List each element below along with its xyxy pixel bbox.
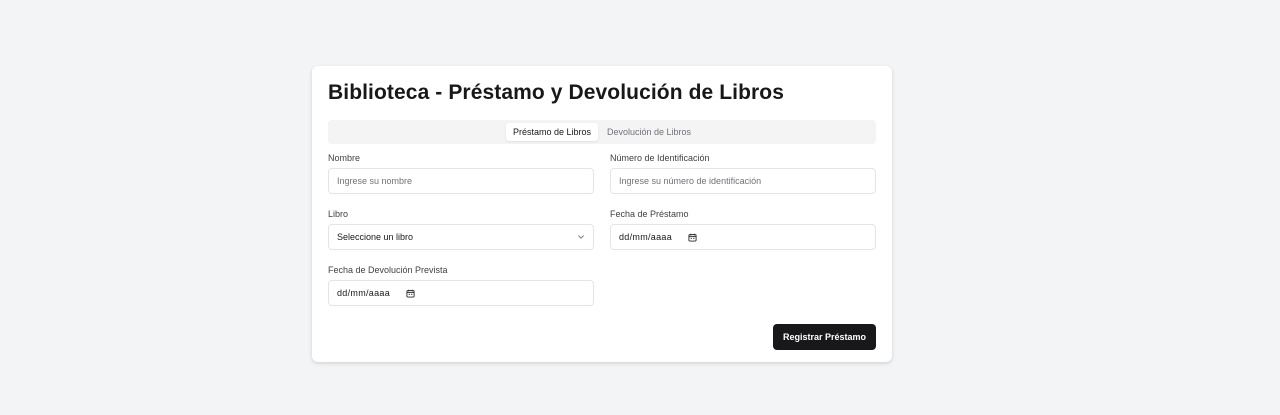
identificacion-input-wrapper (610, 168, 876, 194)
calendar-icon[interactable] (406, 289, 415, 298)
chevron-down-icon (578, 235, 584, 239)
page-title: Biblioteca - Préstamo y Devolución de Li… (328, 81, 785, 104)
registrar-prestamo-button[interactable]: Registrar Préstamo (772, 324, 876, 350)
field-nombre: Nombre (328, 152, 594, 208)
field-fecha-prestamo: Fecha de Préstamo dd/mm/aaaa (610, 208, 876, 264)
form-grid: Nombre Número de Identificación Libro Se… (328, 152, 876, 320)
field-identificacion: Número de Identificación (610, 152, 876, 208)
fecha-devolucion-label: Fecha de Devolución Prevista (328, 265, 448, 275)
tab-prestamo[interactable]: Préstamo de Libros (505, 123, 598, 141)
nombre-label: Nombre (328, 153, 361, 163)
fecha-prestamo-label: Fecha de Préstamo (610, 209, 689, 219)
libro-select[interactable]: Seleccione un libro (328, 224, 594, 250)
nombre-input-wrapper (328, 168, 594, 194)
form-actions: Registrar Préstamo (328, 324, 876, 350)
fecha-prestamo-input[interactable]: dd/mm/aaaa (610, 224, 876, 250)
libro-select-value: Seleccione un libro (337, 232, 414, 242)
identificacion-label: Número de Identificación (610, 153, 710, 163)
fecha-devolucion-input[interactable]: dd/mm/aaaa (328, 280, 594, 306)
calendar-icon[interactable] (688, 233, 697, 242)
loan-form-card: Biblioteca - Préstamo y Devolución de Li… (312, 66, 892, 362)
fecha-prestamo-value: dd/mm/aaaa (619, 232, 673, 242)
nombre-input[interactable] (337, 176, 585, 186)
tab-list: Préstamo de Libros Devolución de Libros (328, 120, 876, 144)
field-fecha-devolucion: Fecha de Devolución Prevista dd/mm/aaaa (328, 264, 594, 320)
fecha-devolucion-value: dd/mm/aaaa (337, 288, 391, 298)
tab-devolucion[interactable]: Devolución de Libros (600, 123, 698, 141)
identificacion-input[interactable] (619, 176, 867, 186)
libro-label: Libro (328, 209, 349, 219)
field-libro: Libro Seleccione un libro (328, 208, 594, 264)
